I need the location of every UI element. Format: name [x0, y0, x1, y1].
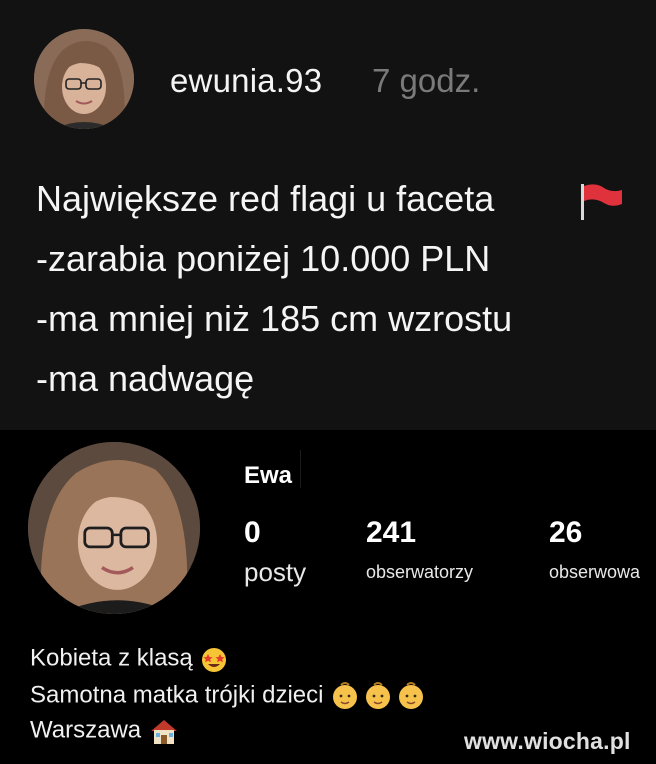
avatar-image — [34, 29, 134, 129]
profile-avatar[interactable] — [28, 442, 200, 614]
stat-followers-count[interactable]: 241 — [366, 516, 416, 550]
watermark: www.wiocha.pl — [464, 728, 631, 754]
stat-posts-count[interactable]: 0 — [244, 516, 261, 550]
post-text-line-2: -zarabia poniżej 10.000 PLN — [36, 238, 491, 279]
redaction-bar — [300, 450, 531, 488]
profile-avatar-image — [28, 442, 200, 614]
post-username[interactable]: ewunia.93 — [170, 62, 322, 100]
bio-line-3-text: Warszawa — [30, 716, 142, 744]
bio-line-1-text: Kobieta z klasą — [30, 644, 193, 672]
stat-posts-label[interactable]: posty — [244, 557, 306, 588]
post-text-line-4: -ma nadwagę — [36, 358, 255, 399]
bio-line-1: Kobieta z klasą — [30, 644, 229, 674]
stat-following-count[interactable]: 26 — [549, 516, 582, 550]
post-text-line-3: -ma mniej niż 185 cm wzrostu — [36, 298, 513, 339]
stat-following-label[interactable]: obserwowa — [549, 562, 640, 583]
post-avatar[interactable] — [34, 29, 134, 129]
post-timestamp: 7 godz. — [372, 62, 481, 99]
post-text-line-1: Największe red flagi u faceta — [36, 178, 495, 219]
bio-line-2-text: Samotna matka trójki dzieci — [30, 681, 324, 709]
red-flag-icon — [581, 184, 622, 220]
bio-line-2: Samotna matka trójki dzieci — [30, 680, 428, 712]
baby-emoji-icon — [333, 682, 424, 709]
star-struck-emoji-icon — [202, 648, 227, 672]
house-emoji-icon — [150, 720, 177, 744]
stat-followers-label[interactable]: obserwatorzy — [366, 562, 473, 583]
profile-display-name: Ewa — [244, 462, 293, 489]
bio-line-3: Warszawa — [30, 716, 180, 746]
